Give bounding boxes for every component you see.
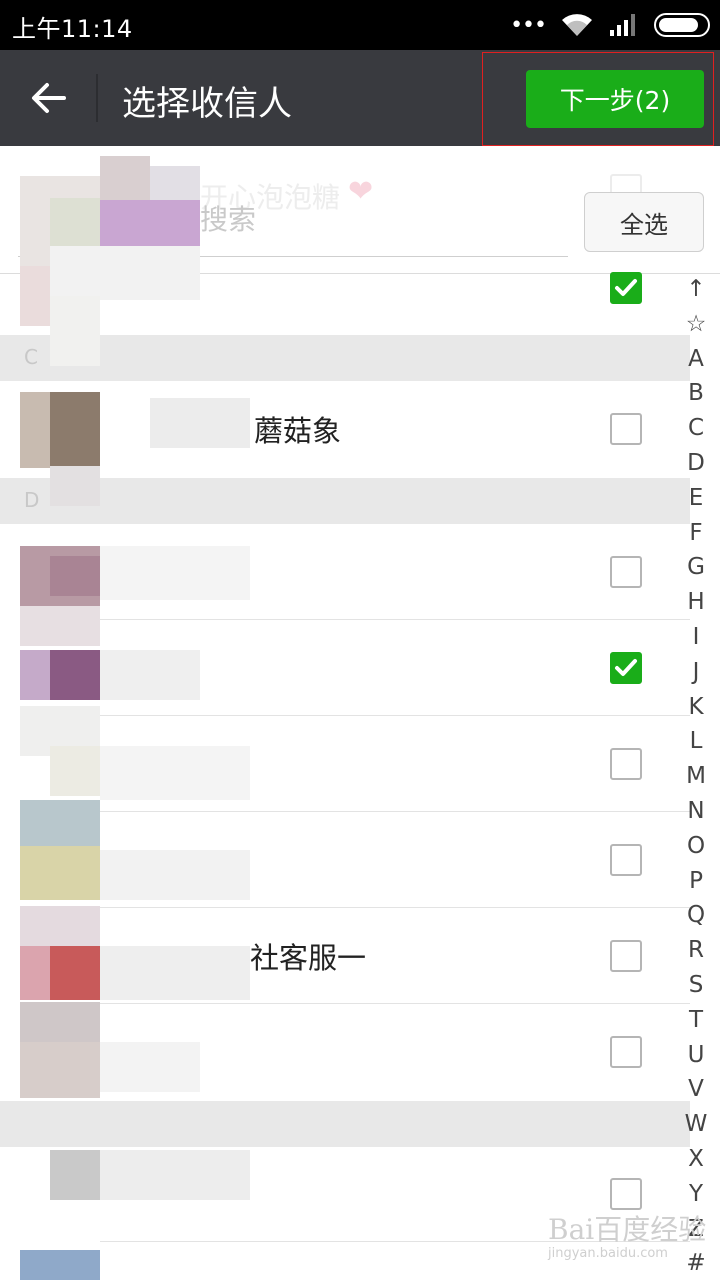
index-letter[interactable]: C (678, 411, 714, 446)
search-input[interactable]: 搜索 (200, 198, 256, 238)
index-letter[interactable]: B (678, 376, 714, 411)
status-bar: 上午11:14 ••• (0, 0, 720, 50)
index-letter[interactable]: D (678, 446, 714, 481)
more-dots-icon: ••• (510, 12, 547, 38)
row-checkbox[interactable] (610, 272, 642, 304)
contact-name: 社客服一 (250, 941, 367, 975)
battery-level (659, 18, 699, 32)
wifi-icon (562, 14, 592, 36)
row-checkbox[interactable] (610, 1178, 642, 1210)
index-letter[interactable]: J (678, 655, 714, 690)
index-letter[interactable]: E (678, 481, 714, 516)
contact-name: ABC (122, 271, 182, 305)
list-item[interactable] (0, 620, 690, 716)
index-letter[interactable]: N (678, 794, 714, 829)
index-letter[interactable]: V (678, 1072, 714, 1107)
row-checkbox[interactable] (610, 556, 642, 588)
title-divider (96, 74, 98, 122)
index-letter[interactable]: F (678, 516, 714, 551)
section-letter: C (24, 345, 38, 369)
contact-list: 开心泡泡糖 ❤ 搜索 全选 C D ABC 蘑菇象 社客服一 (0, 146, 720, 1280)
section-header (0, 1101, 690, 1147)
index-letter[interactable]: G (678, 550, 714, 585)
contact-name: 蘑菇象 (254, 414, 342, 448)
status-time: 上午11:14 (12, 15, 133, 43)
battery-icon (654, 13, 710, 37)
list-item[interactable] (0, 524, 690, 620)
check-icon (615, 279, 637, 296)
index-letter[interactable]: W (678, 1107, 714, 1142)
row-checkbox[interactable] (610, 1036, 642, 1068)
index-letter[interactable]: L (678, 724, 714, 759)
title-bar: 选择收信人 下一步(2) (0, 50, 720, 146)
alphabet-index[interactable]: ↑ ☆ A B C D E F G H I J K L M N O P Q R S T U V W X Y Z # (678, 272, 714, 1280)
index-letter[interactable]: O (678, 829, 714, 864)
list-item[interactable] (0, 716, 690, 812)
next-step-button[interactable]: 下一步(2) (526, 70, 704, 128)
index-letter[interactable]: H (678, 585, 714, 620)
list-item[interactable]: 社客服一 (0, 908, 690, 1004)
index-letter[interactable]: ↑ (678, 272, 714, 307)
index-letter[interactable]: Y (678, 1177, 714, 1212)
index-letter[interactable]: K (678, 690, 714, 725)
row-checkbox[interactable] (610, 748, 642, 780)
section-letter: D (24, 488, 40, 512)
row-checkbox[interactable] (610, 844, 642, 876)
index-letter[interactable]: T (678, 1003, 714, 1038)
index-letter[interactable]: X (678, 1142, 714, 1177)
page-title: 选择收信人 (122, 84, 292, 124)
index-letter[interactable]: A (678, 342, 714, 377)
signal-icon (610, 14, 635, 36)
watermark-main: Bai百度经验 (548, 1213, 707, 1246)
section-header: C (0, 335, 690, 381)
list-item[interactable]: ABC (0, 240, 690, 336)
row-checkbox[interactable] (610, 413, 642, 445)
back-arrow-icon (32, 83, 66, 113)
status-icons: ••• (510, 10, 710, 40)
index-letter[interactable]: S (678, 968, 714, 1003)
list-item[interactable] (0, 1004, 690, 1100)
index-letter[interactable]: M (678, 759, 714, 794)
index-letter[interactable]: P (678, 864, 714, 899)
watermark-sub: jingyan.baidu.com (548, 1246, 668, 1261)
index-letter[interactable]: Q (678, 898, 714, 933)
row-checkbox[interactable] (610, 652, 642, 684)
index-letter[interactable]: ☆ (678, 307, 714, 342)
row-checkbox[interactable] (610, 940, 642, 972)
index-letter[interactable]: U (678, 1038, 714, 1073)
section-header: D (0, 478, 690, 524)
baidu-watermark: Bai百度经验 jingyan.baidu.com (548, 1208, 706, 1261)
list-item[interactable]: 蘑菇象 (0, 381, 690, 477)
index-letter[interactable]: I (678, 620, 714, 655)
check-icon (615, 659, 637, 676)
list-item[interactable] (0, 812, 690, 908)
index-letter[interactable]: R (678, 933, 714, 968)
heart-icon: ❤ (348, 174, 374, 209)
back-button[interactable] (18, 68, 78, 128)
